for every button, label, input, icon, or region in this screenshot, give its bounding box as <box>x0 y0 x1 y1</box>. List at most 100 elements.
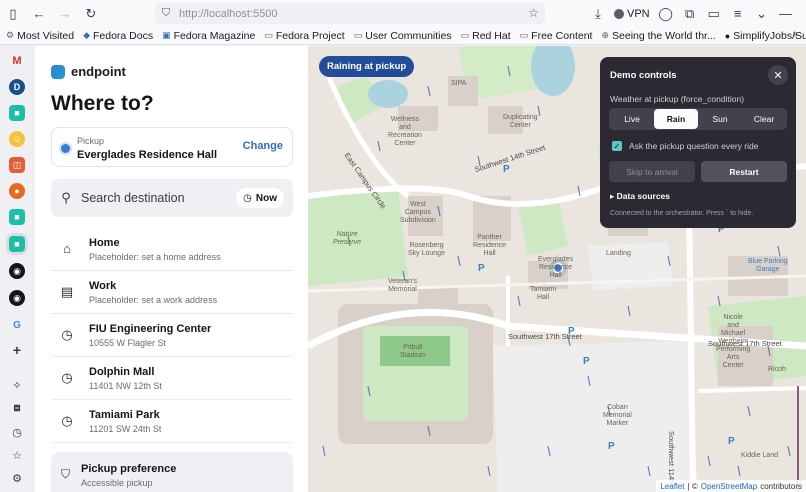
place-label: Coban Memorial Marker <box>603 404 632 427</box>
bookmarks-bar: ⚙ Most Visited ◆ Fedora Docs ▣ Fedora Magaz… <box>0 27 806 45</box>
bookmark-item[interactable]: ⊕ Seeing the World thr... <box>601 30 715 42</box>
reload-icon[interactable]: ↻ <box>78 0 104 27</box>
logo-icon <box>51 64 65 79</box>
url-bar[interactable]: ⛉ http://localhost:5500 ☆ <box>155 3 545 24</box>
place-label: Landing <box>606 250 631 257</box>
vpn-button[interactable]: VPN <box>614 8 650 20</box>
app-icon[interactable]: ☺ <box>9 131 25 147</box>
destination-item-work[interactable]: ▤ Work Placeholder: set a work address <box>51 271 293 314</box>
account-icon[interactable]: ◯ <box>654 0 678 27</box>
synced-tabs-icon[interactable]: ⧈ <box>9 400 25 416</box>
destination-item-recent[interactable]: ◷ FIU Engineering Center 10555 W Flagler… <box>51 314 293 357</box>
place-label: Blue Parking Garage <box>748 258 788 273</box>
place-label: West Campus Subdivision <box>400 201 436 224</box>
destination-title: Home <box>89 237 120 249</box>
search-input[interactable] <box>81 191 231 205</box>
place-label: Nature Preserve <box>333 231 362 246</box>
docs-icon: ◆ <box>83 30 90 40</box>
destination-item-home[interactable]: ⌂ Home Placeholder: set a home address <box>51 228 293 271</box>
weather-option-live[interactable]: Live <box>610 109 654 129</box>
toolbar-actions: ⤓ VPN ◯ ⧉ ▭ ≡ ⌄ — ✕ <box>586 0 806 27</box>
place-label: Everglades Residence Hall <box>538 256 574 279</box>
bookmark-item[interactable]: ▣ Fedora Magazine <box>162 30 255 42</box>
bookmark-item[interactable]: ⚙ Most Visited <box>6 30 74 42</box>
bookmark-label: Most Visited <box>17 29 75 42</box>
history-icon[interactable]: ◷ <box>9 424 25 440</box>
page-title: Where to? <box>51 92 154 115</box>
tab-view-icon[interactable]: ▭ <box>702 0 726 27</box>
pickup-preference-card[interactable]: ⛉ Pickup preference Accessible pickup <box>51 452 293 492</box>
leaflet-link[interactable]: Leaflet <box>660 482 684 491</box>
gmail-icon[interactable]: M <box>9 53 25 69</box>
browser-toolbar: ▯ ← → ↻ ⛉ http://localhost:5500 ☆ ⤓ VPN … <box>0 0 806 27</box>
menu-icon[interactable]: ≡ <box>726 0 750 27</box>
destination-item-recent[interactable]: ◷ Tamiami Park 11201 SW 24th St <box>51 400 293 443</box>
close-window-icon[interactable]: ✕ <box>798 0 806 27</box>
change-pickup-button[interactable]: Change <box>243 140 283 152</box>
destination-subtitle: 10555 W Flagler St <box>89 338 167 348</box>
settings-icon[interactable]: ⚙ <box>9 470 25 486</box>
destination-title: Tamiami Park <box>89 409 160 421</box>
weather-option-rain[interactable]: Rain <box>654 109 698 129</box>
destination-list: ⌂ Home Placeholder: set a home address ▤… <box>51 228 293 443</box>
bookmark-label: Fedora Project <box>275 29 345 42</box>
bookmark-label: Fedora Docs <box>93 29 154 42</box>
vpn-icon <box>614 8 624 19</box>
place-label: Kiddie Land <box>741 452 778 459</box>
close-icon[interactable]: ✕ <box>768 65 788 85</box>
attribution-separator: | © <box>687 481 698 491</box>
app-icon[interactable]: ◫ <box>9 157 25 173</box>
forward-icon[interactable]: → <box>52 0 78 27</box>
destination-title: Dolphin Mall <box>89 366 155 378</box>
restart-button[interactable]: Restart <box>701 161 787 182</box>
weather-badge: Raining at pickup <box>319 56 415 77</box>
folder-icon: ▭ <box>264 30 273 40</box>
app-icon[interactable]: ■ <box>9 236 25 252</box>
pickup-card: Pickup Everglades Residence Hall Change <box>51 127 293 167</box>
url-text[interactable]: http://localhost:5500 <box>179 8 277 20</box>
weather-option-clear[interactable]: Clear <box>742 109 786 129</box>
preference-title: Pickup preference <box>81 463 177 475</box>
bookmarks-overflow-icon[interactable]: » <box>792 29 798 40</box>
osm-link[interactable]: OpenStreetMap <box>701 482 757 491</box>
bookmark-star-icon[interactable]: ☆ <box>528 6 539 20</box>
bookmark-item[interactable]: ▭ Red Hat <box>461 30 511 42</box>
github-icon[interactable]: ◉ <box>9 263 25 279</box>
search-box: ⚲ ◷ Now <box>51 179 293 217</box>
download-icon[interactable]: ⤓ <box>586 0 610 27</box>
shield-icon[interactable]: ⛉ <box>155 7 177 20</box>
firefox-icon[interactable]: ● <box>9 183 25 199</box>
data-sources-toggle[interactable]: ▸ Data sources <box>610 191 670 202</box>
folder-icon: ▭ <box>353 30 363 40</box>
clock-icon: ◷ <box>61 370 73 385</box>
github-icon[interactable]: ◉ <box>9 290 25 306</box>
ai-icon[interactable]: ✧ <box>9 377 25 393</box>
checkbox-checked-icon[interactable]: ✓ <box>612 141 622 151</box>
extensions-icon[interactable]: ⧉ <box>678 0 702 27</box>
bookmark-item[interactable]: ▭ Fedora Project <box>264 30 344 42</box>
place-label: Ricoh <box>768 366 786 373</box>
skip-to-arrival-button[interactable]: Skip to arrival <box>609 161 695 182</box>
minimize-icon[interactable]: — <box>774 0 798 27</box>
pickup-label: Pickup <box>77 136 105 146</box>
preference-subtitle: Accessible pickup <box>81 478 153 488</box>
app-icon[interactable]: ■ <box>9 105 25 121</box>
add-icon[interactable]: + <box>9 342 25 358</box>
sidebar-toggle-icon[interactable]: ▯ <box>0 0 26 27</box>
bookmark-label: Free Content <box>531 29 593 42</box>
back-icon[interactable]: ← <box>26 0 52 27</box>
bookmarks-icon[interactable]: ☆ <box>9 447 25 463</box>
bookmark-item[interactable]: ◆ Fedora Docs <box>83 30 153 42</box>
app-icon[interactable]: D <box>9 79 25 95</box>
app-icon[interactable]: ■ <box>9 209 25 225</box>
ask-pickup-checkbox-row[interactable]: ✓ Ask the pickup question every ride <box>612 141 758 151</box>
weather-option-sun[interactable]: Sun <box>698 109 742 129</box>
time-now-button[interactable]: ◷ Now <box>236 188 284 208</box>
bookmark-item[interactable]: ▭ Free Content <box>520 30 593 42</box>
chevron-down-icon[interactable]: ⌄ <box>750 0 774 27</box>
github-icon: ● <box>724 30 731 41</box>
google-icon[interactable]: G <box>9 317 25 333</box>
bookmark-label: User Communities <box>365 29 452 42</box>
destination-item-recent[interactable]: ◷ Dolphin Mall 11401 NW 12th St <box>51 357 293 400</box>
bookmark-item[interactable]: ▭ User Communities <box>354 30 452 42</box>
